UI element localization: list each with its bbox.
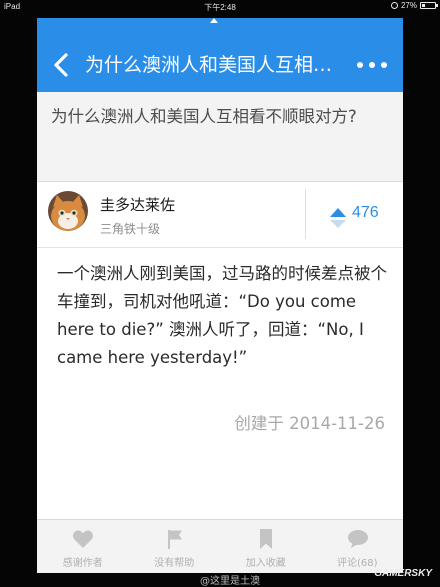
author-title: 三角铁十级 (100, 222, 161, 236)
comment-icon (347, 530, 368, 548)
heart-icon (73, 530, 93, 548)
question-header: 为什么澳洲人和美国人互相看不顺眼对方? (37, 92, 403, 182)
rotation-lock-icon (390, 2, 398, 9)
bottom-toolbar: 感谢作者 没有帮助 加入收藏 评论(68) (37, 519, 403, 573)
more-options-icon[interactable] (357, 59, 387, 71)
battery-icon (420, 2, 438, 9)
app-window: 为什么澳洲人和美国人互相… 为什么澳洲人和美国人互相看不顺眼对方? 圭多达莱佐 … (37, 18, 403, 573)
upvote-icon[interactable] (328, 206, 348, 230)
source-watermark: @这里是土澳 (200, 576, 260, 587)
status-right: 27% (390, 1, 438, 10)
vote-divider (305, 189, 306, 239)
author-row[interactable]: 圭多达莱佐 三角铁十级 476 (37, 182, 403, 248)
tab-label: 加入收藏 (245, 558, 286, 569)
flag-icon (167, 530, 182, 549)
answer-body: 一个澳洲人刚到美国，过马路的时候差点被个车撞到，司机对他吼道：“Do you c… (57, 264, 387, 367)
battery-level (422, 4, 425, 7)
clock-label: 下午2:48 (204, 3, 236, 12)
tab-label: 评论(68) (336, 558, 378, 569)
avatar[interactable] (48, 191, 88, 231)
notch-indicator-icon (210, 18, 218, 23)
brand-watermark: GAMERSKY (374, 568, 432, 579)
cat-avatar-icon (48, 191, 88, 231)
tab-not-helpful[interactable]: 没有帮助 (129, 520, 221, 573)
created-date: 创建于 2014-11-26 (234, 414, 385, 433)
nav-title: 为什么澳洲人和美国人互相… (85, 54, 333, 76)
vote-count: 476 (352, 204, 379, 221)
status-bar: iPad 下午2:48 27% (0, 0, 440, 14)
battery-percent: 27% (400, 1, 417, 10)
nav-bar: 为什么澳洲人和美国人互相… (37, 18, 403, 92)
bookmark-icon (260, 529, 272, 549)
tab-label: 感谢作者 (62, 558, 103, 569)
tab-thank-author[interactable]: 感谢作者 (37, 520, 129, 573)
author-name[interactable]: 圭多达莱佐 (100, 194, 175, 215)
tab-add-favorite[interactable]: 加入收藏 (220, 520, 312, 573)
tab-label: 没有帮助 (154, 558, 195, 569)
back-arrow-icon[interactable] (52, 52, 70, 78)
question-title: 为什么澳洲人和美国人互相看不顺眼对方? (51, 107, 357, 126)
tab-comments[interactable]: 评论(68) (312, 520, 404, 573)
